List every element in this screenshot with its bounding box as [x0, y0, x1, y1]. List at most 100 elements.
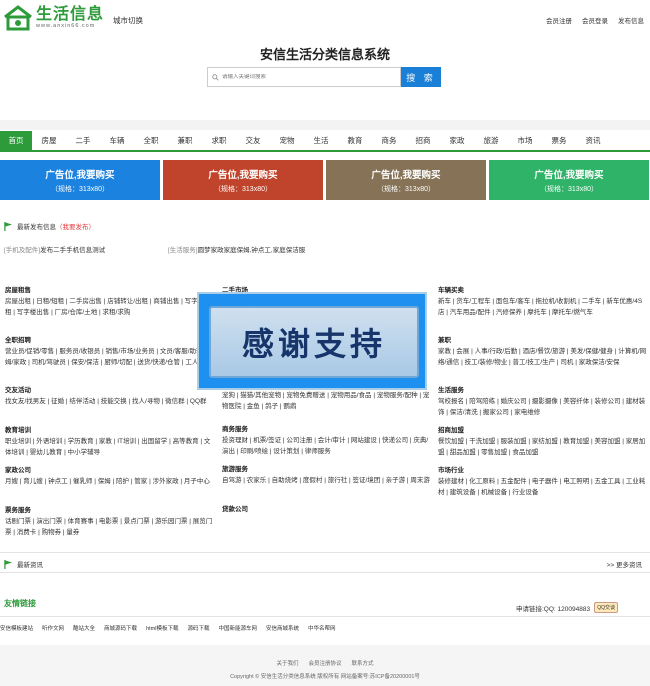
nav-pets[interactable]: 宠物 [270, 131, 304, 150]
category-title[interactable]: 商务服务 [222, 423, 432, 433]
category-title[interactable]: 市场行业 [438, 464, 648, 474]
category-column: 房屋租售 房屋出租 | 日租/短租 | 二手房出售 | 店铺转让/出租 | 商铺… [5, 284, 215, 538]
category-links[interactable]: 餐饮加盟 | 干洗加盟 | 服装加盟 | 家纺加盟 | 教育加盟 | 美容加盟 … [438, 437, 648, 458]
nav-housekeeping[interactable]: 家政 [440, 131, 474, 150]
friend-link[interactable]: 中华名帮网 [308, 624, 336, 632]
category-links[interactable]: 找女友/找男友 | 征婚 | 结伴活动 | 技能交换 | 找人/寻物 | 微信群… [5, 397, 215, 408]
top-links: 会员注册 会员登录 发布信息 [546, 15, 644, 25]
nav-news[interactable]: 资讯 [576, 131, 610, 150]
category-title[interactable]: 交友活动 [5, 384, 215, 394]
category-links[interactable]: 投资理财 | 机票/签证 | 公司注册 | 会计/审计 | 网站建设 | 快递公… [222, 436, 432, 457]
category-title[interactable]: 全职招聘 [5, 334, 215, 344]
friend-link[interactable]: 酷站大全 [73, 624, 95, 632]
qq-chat-button[interactable]: QQ交谈 [594, 602, 619, 613]
category-title[interactable]: 贷款公司 [222, 503, 432, 513]
nav-jobseek[interactable]: 求职 [202, 131, 236, 150]
ad-banner[interactable]: 广告位,我要购买 （规格：313x80） [0, 160, 160, 200]
ad-title: 广告位,我要购买 [208, 169, 278, 181]
agreement-link[interactable]: 会员注册协议 [308, 659, 341, 667]
category-block: 贷款公司 [222, 503, 432, 513]
friend-link[interactable]: 安信模板建站 [0, 624, 33, 632]
category-links[interactable]: 话剧门票 | 演出门票 | 体育赛事 | 电影票 | 景点门票 | 游乐园门票 … [5, 517, 215, 538]
category-links[interactable]: 驾校报名 | 陪驾陪练 | 婚庆公司 | 摄影摄像 | 美容纤体 | 装修公司 … [438, 397, 648, 418]
friend-link[interactable]: 源码下载 [187, 624, 209, 632]
nav-market[interactable]: 市场 [508, 131, 542, 150]
section-divider [0, 616, 650, 617]
category-block: 交友活动 找女友/找男友 | 征婚 | 结伴活动 | 技能交换 | 找人/寻物 … [5, 384, 215, 424]
more-news-link[interactable]: >> 更多资讯 [607, 559, 642, 569]
category-column: 车辆买卖 新车 | 货车/工程车 | 面包车/客车 | 拖拉机/收割机 | 二手… [438, 284, 648, 498]
nav-education[interactable]: 教育 [338, 131, 372, 150]
main-nav: 首页 房屋 二手 车辆 全职 兼职 求职 交友 宠物 生活 教育 商务 招商 家… [0, 131, 650, 152]
nav-house[interactable]: 房屋 [32, 131, 66, 150]
publish-link[interactable]: （我要发布） [56, 221, 95, 231]
item-text: 圆梦家政家庭保姆,钟点工,家庭保洁服 [197, 247, 306, 254]
ad-size: （规格：313x80） [540, 185, 598, 193]
nav-business[interactable]: 商务 [372, 131, 406, 150]
category-title[interactable]: 房屋租售 [5, 284, 215, 294]
nav-franchise[interactable]: 招商 [406, 131, 440, 150]
category-links[interactable]: 新车 | 货车/工程车 | 面包车/客车 | 拖拉机/收割机 | 二手车 | 新… [438, 297, 648, 318]
friend-link[interactable]: 安信商城系统 [266, 624, 299, 632]
ad-size: （规格：313x80） [377, 185, 435, 193]
ad-row: 广告位,我要购买 （规格：313x80） 广告位,我要购买 （规格：313x80… [0, 160, 650, 200]
nav-tickets[interactable]: 票务 [542, 131, 576, 150]
category-block: 旅游服务 自驾游 | 农家乐 | 自助烧烤 | 度假村 | 旅行社 | 签证/境… [222, 463, 432, 503]
category-links[interactable]: 家教 | 会展 | 人事/行政/后勤 | 酒店/餐饮/旅游 | 美发/保健/健身… [438, 347, 648, 368]
city-switch-link[interactable]: 城市切换 [113, 15, 143, 26]
category-block: 兼职 家教 | 会展 | 人事/行政/后勤 | 酒店/餐饮/旅游 | 美发/保健… [438, 334, 648, 384]
latest-title: 最新发布信息 [17, 224, 56, 231]
item-text: 发布二手手机信息测试 [40, 247, 106, 254]
ad-size: （规格：313x80） [51, 185, 109, 193]
category-title[interactable]: 家政公司 [5, 464, 215, 474]
nav-fulltime[interactable]: 全职 [134, 131, 168, 150]
category-title[interactable]: 招商加盟 [438, 424, 648, 434]
latest-heading: 最新发布信息 （我要发布） [4, 221, 95, 231]
list-item[interactable]: [生活服务]圆梦家政家庭保姆,钟点工,家庭保洁服 [168, 244, 368, 254]
login-link[interactable]: 会员登录 [582, 15, 608, 25]
ad-title: 广告位,我要购买 [371, 169, 441, 181]
top-bar: 生活信息 www.anxin66.com 城市切换 会员注册 会员登录 发布信息 [0, 0, 650, 38]
friend-links: 安信模板建站 听作文网 酷站大全 商城源码下载 html模板下载 源码下载 中国… [0, 624, 336, 632]
category-links[interactable]: 自驾游 | 农家乐 | 自助烧烤 | 度假村 | 旅行社 | 签证/境团 | 亲… [222, 476, 432, 487]
ad-banner[interactable]: 广告位,我要购买 （规格：313x80） [163, 160, 323, 200]
ad-banner[interactable]: 广告位,我要购买 （规格：313x80） [489, 160, 649, 200]
nav-secondhand[interactable]: 二手 [66, 131, 100, 150]
ad-banner[interactable]: 广告位,我要购买 （规格：313x80） [326, 160, 486, 200]
category-title[interactable]: 生活服务 [438, 384, 648, 394]
category-links[interactable]: 房屋出租 | 日租/短租 | 二手房出售 | 店铺转让/出租 | 商铺出售 | … [5, 297, 215, 318]
friend-link[interactable]: html模板下载 [146, 624, 178, 632]
site-title: 安信生活分类信息系统 [259, 47, 390, 62]
nav-home[interactable]: 首页 [0, 131, 32, 150]
category-links[interactable]: 装修建材 | 化工原料 | 五金配件 | 电子器件 | 电工照明 | 五金工具 … [438, 477, 648, 498]
category-title[interactable]: 旅游服务 [222, 463, 432, 473]
friend-link[interactable]: 听作文网 [42, 624, 64, 632]
nav-parttime[interactable]: 兼职 [168, 131, 202, 150]
category-links[interactable]: 营业员/促销/零售 | 服务员/收银员 | 销售/市场/业务员 | 文员/客服/… [5, 347, 215, 368]
category-block: 宠狗 | 猫猫/其他宠物 | 宠物免费赠送 | 宠物用品/食品 | 宠物服务/配… [222, 391, 432, 423]
nav-dating[interactable]: 交友 [236, 131, 270, 150]
post-info-link[interactable]: 发布信息 [618, 15, 644, 25]
nav-vehicle[interactable]: 车辆 [100, 131, 134, 150]
category-title[interactable]: 教育培训 [5, 424, 215, 434]
category-title[interactable]: 车辆买卖 [438, 284, 648, 294]
friend-link[interactable]: 商城源码下载 [104, 624, 137, 632]
category-links[interactable]: 职业培训 | 外语培训 | 学历教育 | 家教 | IT培训 | 出国留学 | … [5, 437, 215, 458]
category-title[interactable]: 兼职 [438, 334, 648, 344]
search-input[interactable] [222, 74, 392, 80]
about-link[interactable]: 关于我们 [276, 659, 298, 667]
register-link[interactable]: 会员注册 [546, 15, 572, 25]
search-icon [212, 73, 219, 81]
category-links[interactable]: 月嫂 | 育儿嫂 | 钟点工 | 催乳师 | 保姆 | 陪护 | 管家 | 涉外… [5, 477, 215, 488]
contact-link[interactable]: 联系方式 [352, 659, 374, 667]
category-links[interactable]: 宠狗 | 猫猫/其他宠物 | 宠物免费赠送 | 宠物用品/食品 | 宠物服务/配… [222, 391, 432, 412]
category-block: 教育培训 职业培训 | 外语培训 | 学历教育 | 家教 | IT培训 | 出国… [5, 424, 215, 464]
friend-links-title: 友情链接 [4, 599, 36, 608]
search-button[interactable]: 搜 索 [401, 67, 441, 87]
list-item[interactable]: [手机及配件]发布二手手机信息测试 [4, 244, 168, 254]
nav-travel[interactable]: 旅游 [474, 131, 508, 150]
category-title[interactable]: 票务服务 [5, 504, 215, 514]
friend-link[interactable]: 中国新能源车网 [218, 624, 257, 632]
logo[interactable]: 生活信息 www.anxin66.com [3, 5, 104, 31]
nav-life[interactable]: 生活 [304, 131, 338, 150]
